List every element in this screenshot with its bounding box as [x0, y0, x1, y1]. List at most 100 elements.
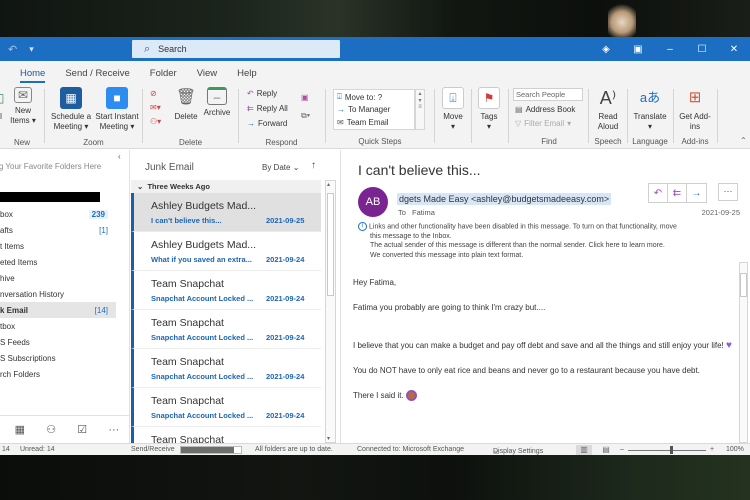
- reading-view-icon[interactable]: ▤: [598, 445, 614, 455]
- more-actions-button[interactable]: ···: [718, 183, 738, 201]
- message-item[interactable]: Team Snapchat Snapchat Account Locked ..…: [131, 349, 321, 388]
- schedule-meeting-button[interactable]: ▦ Schedule a Meeting ▾: [48, 87, 94, 132]
- message-subject: Snapchat Account Locked ...: [151, 411, 254, 420]
- ribbon-display-icon[interactable]: ▣: [622, 44, 654, 55]
- desktop-background-bottom: [0, 455, 750, 500]
- delete-button[interactable]: 🗑︎ Delete: [173, 87, 199, 122]
- message-list-scrollbar[interactable]: ▴ ▾: [325, 180, 336, 443]
- folder-deleted-items[interactable]: eted Items: [0, 254, 116, 270]
- tab-help[interactable]: Help: [237, 68, 257, 83]
- tasks-icon[interactable]: ☑: [77, 423, 87, 436]
- sort-by-dropdown[interactable]: By Date ⌄: [262, 163, 299, 172]
- folder-archive[interactable]: hive: [0, 270, 116, 286]
- message-item[interactable]: Team Snapchat Snapchat Account Locked ..…: [131, 388, 321, 427]
- quick-step-to-manager[interactable]: → To Manager: [337, 105, 390, 114]
- reading-pane-scrollbar[interactable]: [739, 262, 748, 443]
- reply-button[interactable]: ↶ Reply: [247, 89, 277, 98]
- tab-folder[interactable]: Folder: [150, 68, 177, 83]
- tab-home[interactable]: Home: [20, 68, 46, 83]
- forward-icon[interactable]: →: [687, 184, 706, 202]
- progress-fill: [181, 447, 234, 453]
- folder-sent-items[interactable]: t Items: [0, 238, 116, 254]
- people-icon[interactable]: ⚇: [46, 423, 56, 436]
- read-aloud-button[interactable]: A⁾ Read Aloud: [592, 87, 624, 132]
- diamond-icon[interactable]: ◈: [590, 44, 622, 55]
- close-icon[interactable]: ✕: [718, 44, 750, 55]
- outlook-window: ↶ ▾ ⌕ Search ◈ ▣ – ☐ ✕ Home Send / Recei…: [0, 37, 750, 456]
- start-instant-meeting-button[interactable]: ■ Start Instant Meeting ▾: [94, 87, 140, 132]
- translate-button[interactable]: aあ Translate ▾: [630, 87, 670, 132]
- folder-conversation-history[interactable]: nversation History: [0, 286, 116, 302]
- maximize-icon[interactable]: ☐: [686, 44, 718, 55]
- collapse-ribbon-icon[interactable]: ⌃: [740, 136, 747, 145]
- quick-step-move-to[interactable]: ⍗ Move to: ?: [337, 92, 382, 102]
- message-item[interactable]: Ashley Budgets Mad... What if you saved …: [131, 232, 321, 271]
- folder-junk-email[interactable]: k Email [14]: [0, 302, 116, 318]
- group-header[interactable]: ⌄ Three Weeks Ago: [131, 180, 321, 193]
- message-item[interactable]: Team Snapchat: [131, 427, 321, 443]
- new-items-button[interactable]: ✉ New Items ▾: [10, 87, 36, 126]
- archive-button[interactable]: – Archive: [201, 87, 233, 118]
- message-subject-heading: I can't believe this...: [358, 162, 481, 178]
- folder-rss-subscriptions[interactable]: S Subscriptions: [0, 350, 116, 366]
- tags-button[interactable]: ⚑ Tags ▾: [477, 87, 501, 132]
- forward-button[interactable]: → Forward: [247, 119, 287, 128]
- zoom-slider[interactable]: [628, 450, 706, 451]
- customize-toolbar-icon[interactable]: ▾: [29, 44, 34, 55]
- search-box[interactable]: ⌕ Search: [132, 40, 340, 58]
- folders-status: All folders are up to date.: [255, 446, 333, 453]
- zoom-in-icon[interactable]: +: [710, 446, 714, 453]
- scroll-up-icon[interactable]: ▴: [327, 181, 330, 188]
- scrollbar-thumb[interactable]: [327, 193, 334, 296]
- collapse-folder-pane-icon[interactable]: ‹: [118, 152, 121, 161]
- tab-send-receive[interactable]: Send / Receive: [65, 68, 129, 83]
- message-sender: Team Snapchat: [151, 356, 224, 368]
- folder-outbox[interactable]: tbox: [0, 318, 116, 334]
- ignore-icon[interactable]: ⊘: [150, 89, 157, 98]
- move-button[interactable]: ⍗ Move ▾: [440, 87, 466, 132]
- message-item[interactable]: Team Snapchat Snapchat Account Locked ..…: [131, 310, 321, 349]
- minimize-icon[interactable]: –: [654, 44, 686, 55]
- undo-icon[interactable]: ↶: [8, 43, 17, 56]
- address-book-button[interactable]: ▤ Address Book: [515, 105, 575, 114]
- reply-icon[interactable]: ↶: [649, 184, 668, 202]
- reply-all-button[interactable]: ⇇ Reply All: [247, 104, 288, 113]
- quick-step-team-email[interactable]: ✉ Team Email: [337, 118, 389, 127]
- more-respond-icon[interactable]: ⧉▾: [301, 111, 310, 121]
- reply-all-icon[interactable]: ⇇: [668, 184, 687, 202]
- meeting-reply-icon[interactable]: ▣: [301, 93, 309, 102]
- quick-steps-scroll[interactable]: ▴ ▾ ≡: [415, 89, 425, 130]
- message-item[interactable]: Ashley Budgets Mad... I can't believe th…: [131, 193, 321, 232]
- folder-drafts[interactable]: afts [1]: [0, 222, 116, 238]
- info-bar[interactable]: i Links and other functionality have been…: [358, 222, 718, 260]
- separator: [325, 89, 326, 143]
- folder-rss-feeds[interactable]: S Feeds: [0, 334, 116, 350]
- address-book-icon: ▤: [515, 105, 523, 114]
- junk-icon[interactable]: ⚇▾: [150, 117, 161, 126]
- calendar-icon[interactable]: ▦: [15, 423, 25, 436]
- more-apps-icon[interactable]: ···: [108, 424, 119, 436]
- calendar-icon: ▦: [60, 87, 82, 109]
- search-people-input[interactable]: Search People: [513, 88, 583, 101]
- normal-view-icon[interactable]: ▥: [576, 445, 592, 455]
- clean-up-icon[interactable]: ✉▾: [150, 103, 161, 112]
- status-bar: 14 Unread: 14 Send/Receive All folders a…: [0, 443, 750, 456]
- message-date: 2021-09-24: [266, 294, 305, 303]
- recipient[interactable]: Fatima: [412, 208, 435, 217]
- zoom-out-icon[interactable]: –: [620, 446, 624, 453]
- separator: [627, 89, 628, 143]
- folder-search-folders[interactable]: rch Folders: [0, 366, 116, 382]
- tab-view[interactable]: View: [197, 68, 217, 83]
- new-email-button[interactable]: ▯ l: [0, 87, 6, 122]
- message-item[interactable]: Team Snapchat Snapchat Account Locked ..…: [131, 271, 321, 310]
- sort-direction-icon[interactable]: ↑: [311, 160, 316, 171]
- scroll-down-icon[interactable]: ▾: [327, 435, 330, 442]
- separator: [508, 89, 509, 143]
- folder-inbox[interactable]: box 239: [0, 206, 116, 222]
- sender-avatar[interactable]: AB: [358, 187, 388, 217]
- zoom-slider-thumb[interactable]: [669, 446, 673, 454]
- filter-email-button[interactable]: ▽ Filter Email ▾: [515, 119, 571, 128]
- scrollbar-thumb[interactable]: [740, 273, 747, 297]
- sender-address[interactable]: dgets Made Easy <ashley@budgetsmadeeasy.…: [397, 193, 612, 205]
- get-addins-button[interactable]: ⊞ Get Add-ins: [677, 87, 713, 132]
